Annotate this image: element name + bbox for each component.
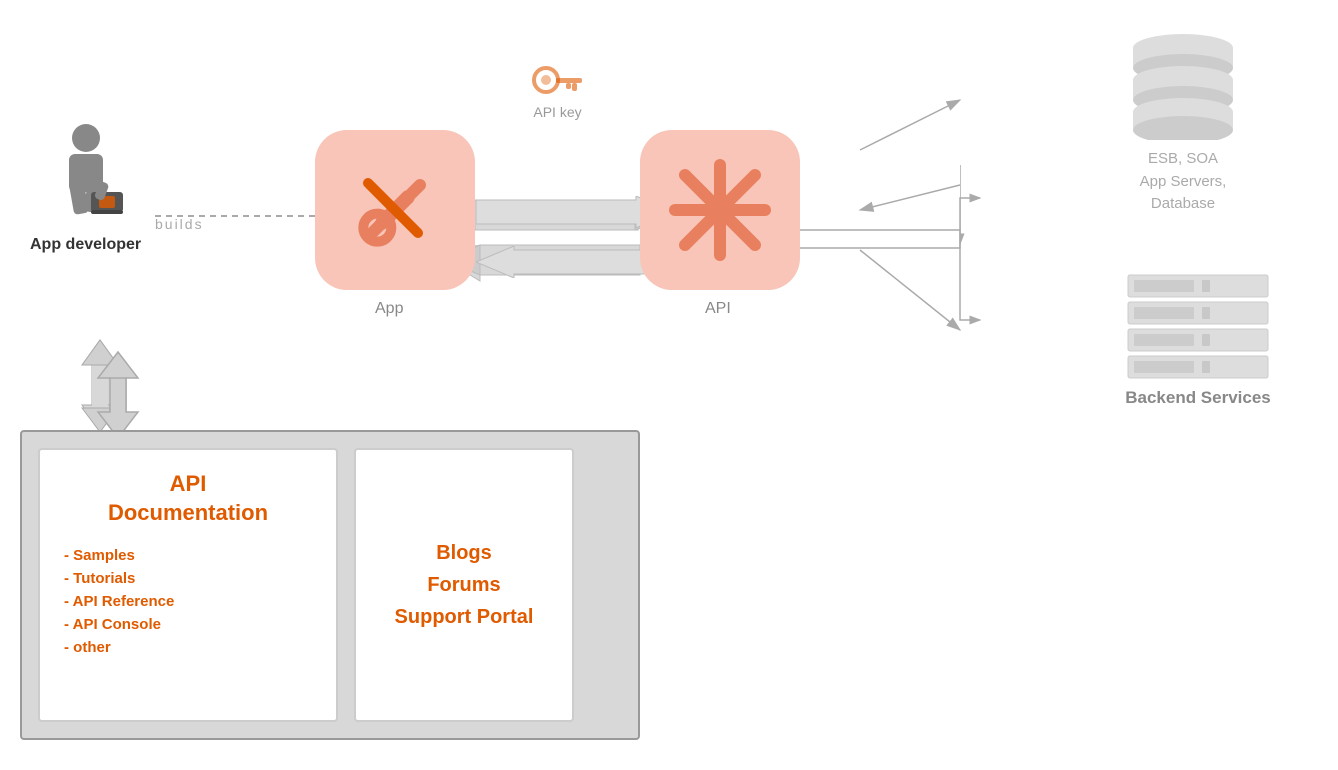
api-label: API xyxy=(705,300,731,318)
doc-title: API Documentation xyxy=(64,470,312,527)
resources-outer-box: API Documentation - Samples- Tutorials- … xyxy=(20,430,640,740)
api-key-area: API key xyxy=(530,60,585,120)
api-icon xyxy=(665,155,775,265)
app-label: App xyxy=(375,300,403,318)
server-icon xyxy=(1118,270,1278,380)
api-key-icon xyxy=(530,60,585,100)
doc-list-item: - API Console xyxy=(64,616,312,633)
api-key-label: API key xyxy=(533,104,581,120)
doc-list-item: - Samples xyxy=(64,547,312,564)
doc-list-item: - other xyxy=(64,639,312,656)
community-box: BlogsForumsSupport Portal xyxy=(354,448,574,722)
backend-top-label: ESB, SOA App Servers, Database xyxy=(1140,148,1227,216)
api-box xyxy=(640,130,800,290)
community-title: BlogsForumsSupport Portal xyxy=(395,537,534,633)
community-line: Support Portal xyxy=(395,601,534,633)
backend-bottom-label: Backend Services xyxy=(1125,388,1271,408)
backend-to-api-line xyxy=(960,155,1140,250)
community-line: Forums xyxy=(395,569,534,601)
doc-list-item: - API Reference xyxy=(64,593,312,610)
doc-list-item: - Tutorials xyxy=(64,570,312,587)
app-icon xyxy=(340,155,450,265)
app-box xyxy=(315,130,475,290)
developer-icon xyxy=(41,120,131,230)
doc-list: - Samples - Tutorials - API Reference - API… xyxy=(64,547,312,656)
builds-line: builds xyxy=(155,216,204,232)
builds-text: builds xyxy=(155,216,204,232)
developer-label: App developer xyxy=(30,236,141,254)
community-line: Blogs xyxy=(395,537,534,569)
doc-box: API Documentation - Samples- Tutorials- … xyxy=(38,448,338,722)
developer-figure: App developer xyxy=(30,120,141,254)
backend-bottom: Backend Services xyxy=(1118,270,1278,408)
database-icon xyxy=(1118,30,1248,140)
